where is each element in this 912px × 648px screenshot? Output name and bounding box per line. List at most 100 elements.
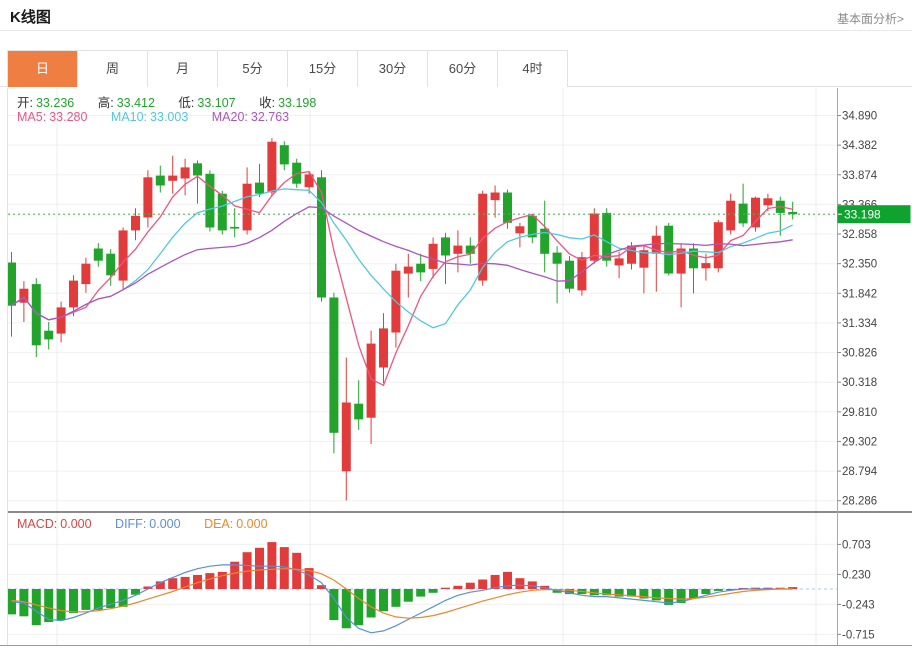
candle-body [354,404,363,420]
candle-body [143,177,152,217]
candle-body [714,222,723,268]
candle-body [515,226,524,233]
tab-月[interactable]: 月 [148,51,218,87]
y-axis-label: 29.810 [842,407,877,419]
candle-body [453,246,462,254]
candle-body [565,261,574,289]
candle-body [441,237,450,255]
candle-body [94,249,103,261]
macd-bar [354,589,363,625]
y-axis-label: -0.243 [842,599,875,611]
tab-4时[interactable]: 4时 [498,51,568,87]
fundamental-analysis-link[interactable]: 基本面分析> [837,10,904,27]
candle-body [503,193,512,223]
candle-body [69,281,78,308]
macd-bar [391,589,400,607]
macd-bar [441,588,450,589]
kline-chart-canvas: 34.89034.38233.87433.36632.85832.35031.8… [0,88,912,648]
candle-body [7,263,16,306]
candle-body [404,267,413,274]
candle-body [615,258,624,265]
candle-body [106,254,115,276]
y-axis-label: 0.230 [842,569,871,581]
candle-body [329,298,338,433]
macd-bar [168,578,177,589]
y-axis-label: -0.715 [842,629,875,641]
y-axis-label: 34.382 [842,140,877,152]
macd-bar [478,580,487,590]
candle-body [664,226,673,274]
macd-bar [515,578,524,589]
candle-body [491,193,500,201]
candle-body [243,184,252,231]
macd-bar [379,589,388,611]
y-axis-label: 30.318 [842,377,877,389]
candle-body [553,253,562,264]
candle-body [379,328,388,367]
macd-bar [453,586,462,589]
tab-5分[interactable]: 5分 [218,51,288,87]
candle-body [193,163,202,175]
macd-bar [342,589,351,628]
macd-bar [32,589,41,625]
candle-body [205,174,214,228]
macd-bar [367,589,376,618]
macd-bar [69,589,78,613]
y-axis-label: 33.874 [842,170,878,182]
ma5-line [12,172,793,386]
interval-tabbar: 日周月5分15分30分60分4时 [0,50,912,87]
candle-body [156,176,165,186]
tab-30分[interactable]: 30分 [358,51,428,87]
candle-body [81,264,90,284]
candle-body [44,331,53,340]
macd-bar [230,562,239,589]
page-title: K线图 [10,6,51,27]
macd-bar [119,589,128,607]
candle-body [255,183,264,194]
candle-body [739,204,748,224]
y-axis-label: 31.842 [842,288,877,300]
candle-body [57,307,66,333]
macd-bar [714,589,723,591]
y-axis-label: 28.794 [842,466,878,478]
macd-bar [429,589,438,593]
candle-body [280,145,289,164]
candle-body [119,230,128,280]
dea-line [12,569,793,619]
y-axis-label: 32.858 [842,229,877,241]
tab-15分[interactable]: 15分 [288,51,358,87]
interval-tabs: 日周月5分15分30分60分4时 [7,50,568,87]
macd-bar [205,573,214,589]
candle-body [726,201,735,231]
price-tag-value: 33.198 [844,208,881,222]
tab-日[interactable]: 日 [8,51,78,87]
candle-body [181,167,190,178]
y-axis-label: 32.350 [842,259,877,271]
y-axis-label: 31.334 [842,318,878,330]
tab-60分[interactable]: 60分 [428,51,498,87]
candle-body [701,263,710,268]
candle-body [751,198,760,228]
y-axis-label: 30.826 [842,348,877,360]
macd-bar [255,548,264,589]
candle-body [218,194,227,231]
candle-body [267,142,276,193]
y-axis-label: 28.286 [842,496,877,508]
macd-bar [701,589,710,594]
candle-body [131,216,140,231]
macd-bar [466,583,475,589]
macd-bar [57,589,66,620]
ma10-line [12,189,793,328]
tab-周[interactable]: 周 [78,51,148,87]
candle-body [342,403,351,472]
candle-body [763,198,772,205]
candle-body [230,227,239,229]
macd-bar [416,589,425,597]
candle-body [416,264,425,273]
candle-body [627,246,636,264]
macd-bar [267,542,276,589]
y-axis-label: 0.703 [842,539,871,551]
y-axis-label: 34.890 [842,111,877,123]
macd-bar [81,589,90,610]
kline-page: { "header": { "title": "K线图", "link": "基… [0,0,912,648]
